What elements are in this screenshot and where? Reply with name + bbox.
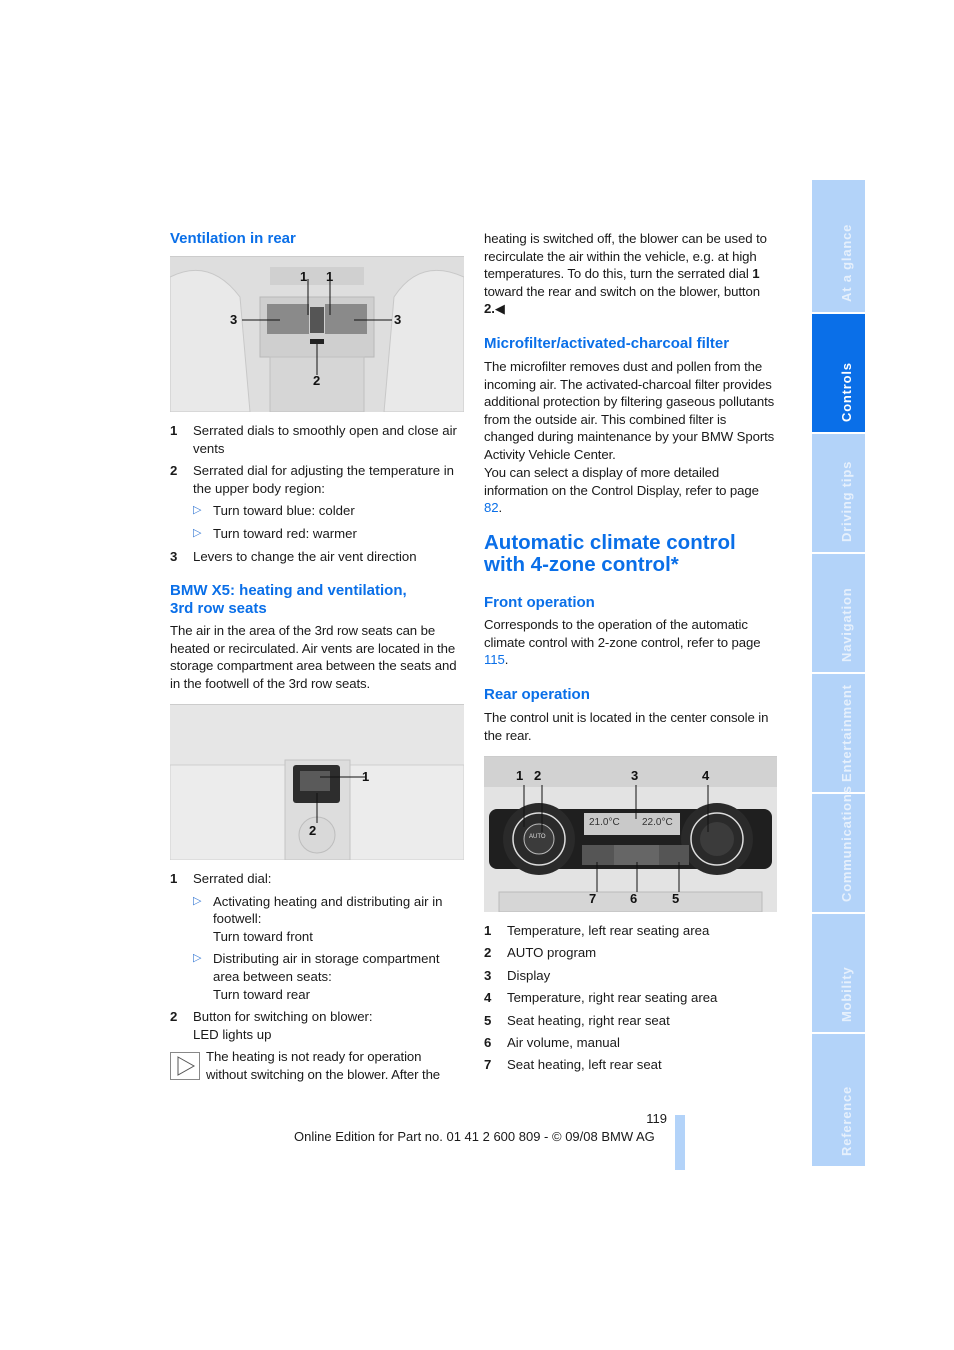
microfilter-paragraph: The microfilter removes dust and pollen … [484,359,775,462]
note-icon [170,1052,200,1080]
end-mark-icon: ◀ [494,301,505,317]
auto-climate-heading: Automatic climate control with 4-zone co… [484,531,736,576]
callout-3a: 3 [230,312,238,327]
callout-6: 6 [630,891,638,906]
third-row-heading: BMW X5: heating and ventilation, 3rd row… [170,582,407,617]
callout-1b: 1 [326,269,334,284]
rear-vents-figure: 1 1 3 3 2 [170,256,464,412]
sub-item: ▷ Distributing air in storage compartment… [193,951,440,1002]
third-row-illustration [170,705,464,860]
microfilter-reference: You can select a display of more detaile… [484,465,759,516]
page-link-82[interactable]: 82 [484,500,499,515]
display-temp-right: 22.0°C [642,817,673,828]
microfilter-heading: Microfilter/activated-charcoal filter [484,335,730,352]
arrow-icon: ▷ [193,526,202,539]
legend-item: 3 Display [484,967,551,983]
legend-item: 1 Serrated dial: [170,871,272,886]
arrow-icon: ▷ [193,894,202,907]
callout-2: 2 [534,768,542,783]
sub-item: ▷ Activating heating and distributing air… [193,893,443,944]
callout-3: 3 [631,768,639,783]
legend-item: 6 Air volume, manual [484,1034,620,1050]
rear-operation-heading: Rear operation [484,686,590,703]
page-number: 119 [646,1111,667,1126]
legend-item: 7 Seat heating, left rear seat [484,1057,662,1073]
note-text: The heating is not ready for operation w… [206,1049,441,1082]
callout-1: 1 [516,768,524,783]
third-row-figure: 1 2 [170,704,464,860]
legend-item: 2 Serrated dial for adjusting the tempera… [170,463,454,496]
auto-button-label: AUTO [529,834,546,840]
sub-item: ▷ Turn toward blue: colder [193,503,355,519]
legend-item: 3 Levers to change the air vent direction [170,548,417,564]
legend-item: 1 Serrated dials to smoothly open and clo… [170,423,457,456]
callout-5: 5 [672,891,680,906]
page-marker [675,1115,685,1170]
legend-item: 5 Seat heating, right rear seat [484,1012,670,1028]
ventilation-heading: Ventilation in rear [170,230,296,247]
tab-mobility[interactable]: Mobility [812,914,865,1032]
legend-item: 2 Button for switching on blower: LED ligh… [170,1009,373,1042]
callout-1a: 1 [300,269,308,284]
page-link-115[interactable]: 115 [484,652,505,667]
legend-item: 4 Temperature, right rear seating area [484,990,718,1006]
callout-3b: 3 [394,312,402,327]
callout-2: 2 [313,373,321,388]
tab-entertainment[interactable]: Entertainment [812,674,865,792]
tab-communications[interactable]: Communications [812,785,865,912]
arrow-icon: ▷ [193,952,202,965]
tab-at-a-glance[interactable]: At a glance [812,180,865,312]
legend-item: 2 AUTO program [484,945,597,961]
rear-control-panel-figure: 1 2 3 4 7 6 5 21.0°C 22.0°C AUTO [484,756,777,912]
callout-7: 7 [589,891,597,906]
front-operation-heading: Front operation [484,594,595,611]
tab-navigation[interactable]: Navigation [812,554,865,672]
tab-reference[interactable]: Reference [812,1034,865,1166]
third-row-legend: 1 Serrated dial: ▷ Activating heating and … [170,870,465,1043]
callout-2: 2 [309,823,317,838]
callout-4: 4 [702,768,710,783]
rear-operation-text: The control unit is located in the cente… [484,710,769,743]
display-temp-left: 21.0°C [589,817,620,828]
edition-footer: Online Edition for Part no. 01 41 2 600 … [294,1129,655,1144]
continued-paragraph: heating is switched off, the blower can … [484,231,767,317]
ventilation-legend: 1 Serrated dials to smoothly open and clo… [170,422,465,565]
control-panel-legend: 1 Temperature, left rear seating area 2 AU… [484,922,779,1074]
tab-driving-tips[interactable]: Driving tips [812,434,865,552]
rear-vents-illustration [170,257,464,412]
callout-1: 1 [362,769,370,784]
third-row-paragraph: The air in the area of the 3rd row seats… [170,623,457,691]
front-operation-text: Corresponds to the operation of the auto… [484,617,761,668]
sub-item: ▷ Turn toward red: warmer [193,525,357,541]
legend-item: 1 Temperature, left rear seating area [484,923,710,938]
tab-controls[interactable]: Controls [812,314,865,432]
arrow-icon: ▷ [193,504,202,517]
